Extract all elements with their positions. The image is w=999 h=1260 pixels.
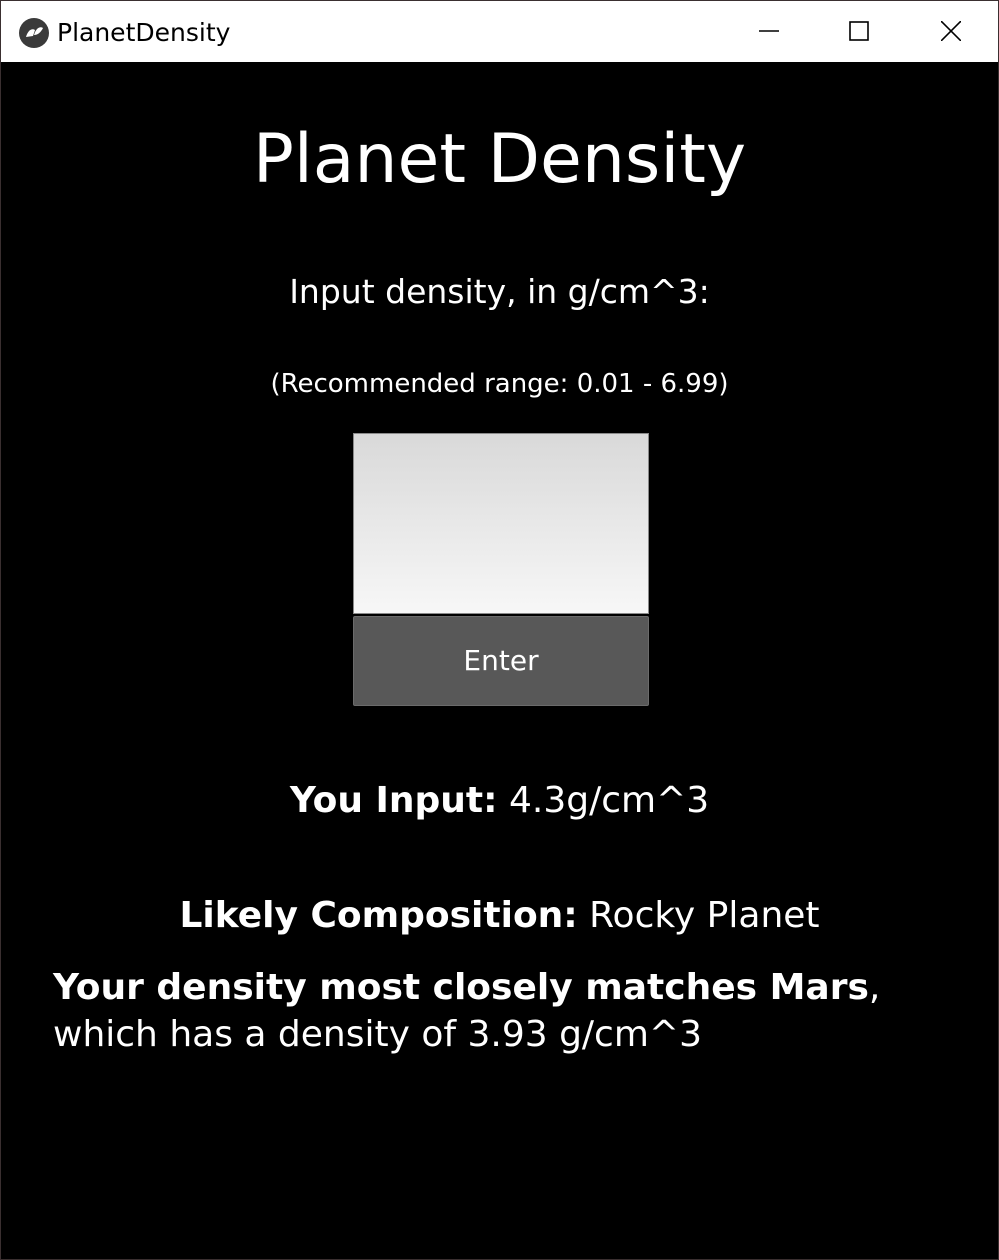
window-title: PlanetDensity xyxy=(57,18,231,47)
composition-value: Rocky Planet xyxy=(577,895,820,936)
density-prompt: Input density, in g/cm^3: xyxy=(289,272,710,311)
likely-composition-result: Likely Composition: Rocky Planet xyxy=(1,895,998,936)
enter-button[interactable]: Enter xyxy=(353,616,649,706)
minimize-button[interactable] xyxy=(723,1,815,62)
page-title: Planet Density xyxy=(252,120,747,199)
recommended-range: (Recommended range: 0.01 - 6.99) xyxy=(270,369,729,399)
app-content: Planet Density Input density, in g/cm^3:… xyxy=(1,62,998,1259)
close-button[interactable] xyxy=(905,1,997,62)
closest-match-bold: Your density most closely matches Mars xyxy=(53,967,869,1008)
kivy-logo-icon xyxy=(19,18,49,48)
app-window: PlanetDensity Planet Density Input densi… xyxy=(0,0,999,1260)
you-input-result: You Input: 4.3g/cm^3 xyxy=(1,780,998,821)
maximize-button[interactable] xyxy=(813,1,905,62)
density-input[interactable] xyxy=(353,433,649,614)
minimize-icon xyxy=(759,30,779,32)
composition-label: Likely Composition: xyxy=(179,895,578,936)
maximize-icon xyxy=(849,21,869,41)
close-icon xyxy=(941,21,961,41)
title-bar[interactable]: PlanetDensity xyxy=(1,1,998,62)
you-input-label: You Input: xyxy=(289,780,498,821)
you-input-value: 4.3g/cm^3 xyxy=(497,780,710,821)
closest-match-text: Your density most closely matches Mars, … xyxy=(53,964,953,1058)
